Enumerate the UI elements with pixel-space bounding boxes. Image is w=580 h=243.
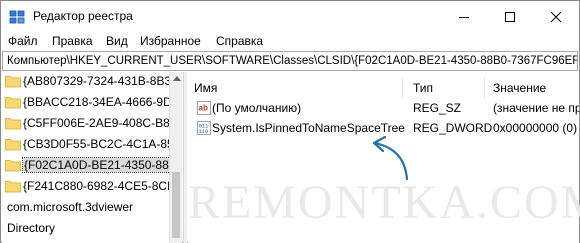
tree-item-selected[interactable]: {F02C1A0D-BE21-4350-88B	[2, 156, 179, 174]
minimize-button[interactable]	[441, 1, 487, 32]
column-headers: Имя Тип Значение	[188, 77, 579, 99]
value-data: (значение не пр	[493, 101, 579, 115]
scroll-thumb[interactable]	[172, 172, 180, 238]
value-type: REG_DWORD	[413, 121, 493, 135]
close-icon	[550, 11, 562, 22]
folder-icon	[5, 181, 21, 193]
window-title: Редактор реестра	[33, 9, 133, 23]
folder-icon	[5, 118, 21, 130]
string-value-icon: ab	[197, 101, 211, 115]
tree-item[interactable]: Directory	[2, 219, 170, 237]
folder-icon	[5, 97, 21, 109]
tree-item[interactable]: {BBACC218-34EA-4666-9D7	[2, 93, 178, 111]
pane-splitter[interactable]	[183, 72, 187, 243]
minimize-icon	[459, 16, 469, 18]
menu-help[interactable]: Справка	[216, 34, 263, 48]
column-divider[interactable]	[402, 77, 403, 99]
value-name: (По умолчанию)	[212, 101, 302, 115]
key-tree: {AB807329-7324-431B-8B36 {BBACC218-34EA-…	[2, 72, 182, 243]
column-header-name[interactable]: Имя	[194, 81, 217, 95]
registry-editor-window: Редактор реестра Файл Правка Вид Избранн…	[0, 0, 580, 243]
column-header-data[interactable]: Значение	[493, 81, 546, 95]
menu-bar: Файл Правка Вид Избранное Справка	[1, 32, 579, 51]
close-button[interactable]	[533, 1, 579, 32]
curved-arrow-icon	[372, 135, 409, 181]
regedit-app-icon	[9, 10, 25, 24]
folder-icon	[5, 76, 21, 88]
dword-value-icon: 011 110	[197, 121, 211, 135]
value-data: 0x00000000 (0)	[493, 121, 578, 135]
title-bar[interactable]: Редактор реестра	[1, 1, 579, 32]
value-type: REG_SZ	[413, 101, 462, 115]
tree-item[interactable]: {CB3D0F55-BC2C-4C1A-85	[2, 135, 174, 153]
watermark: REMONTKA.COM	[188, 176, 580, 229]
tree-item[interactable]: {AB807329-7324-431B-8B36	[2, 72, 178, 90]
tree-item-label: {AB807329-7324-431B-8B36	[23, 74, 178, 88]
address-path: Компьютер\HKEY_CURRENT_USER\SOFTWARE\Cla…	[7, 55, 578, 67]
tree-item-label: {CB3D0F55-BC2C-4C1A-85	[23, 137, 174, 151]
address-bar[interactable]: Компьютер\HKEY_CURRENT_USER\SOFTWARE\Cla…	[2, 51, 578, 71]
folder-icon	[5, 139, 21, 151]
menu-favorites[interactable]: Избранное	[140, 34, 201, 48]
menu-view[interactable]: Вид	[106, 34, 128, 48]
column-header-type[interactable]: Тип	[413, 81, 433, 95]
tree-item-label: com.microsoft.3dviewer	[7, 200, 134, 214]
maximize-icon	[505, 11, 515, 22]
scroll-up-arrow-icon[interactable]	[173, 76, 181, 81]
value-row[interactable]: ab (По умолчанию) REG_SZ (значение не пр	[188, 98, 579, 118]
tree-item[interactable]: {F241C880-6982-4CE5-8CF7	[2, 177, 181, 195]
tree-item[interactable]: com.microsoft.3dviewer	[2, 198, 170, 216]
tree-item-label: {BBACC218-34EA-4666-9D7	[23, 95, 179, 109]
tree-item-label: Directory	[7, 221, 56, 235]
folder-icon	[5, 160, 21, 172]
column-divider[interactable]	[484, 77, 485, 99]
tree-item-label: {C5FF006E-2AE9-408C-B85	[23, 116, 177, 130]
svg-text:110: 110	[199, 128, 209, 135]
menu-edit[interactable]: Правка	[52, 34, 93, 48]
tree-item-label: {F02C1A0D-BE21-4350-88B	[22, 157, 179, 173]
tree-item[interactable]: {C5FF006E-2AE9-408C-B85	[2, 114, 176, 132]
tree-scrollbar[interactable]	[169, 72, 182, 243]
menu-file[interactable]: Файл	[8, 34, 38, 48]
maximize-button[interactable]	[487, 1, 533, 32]
svg-text:ab: ab	[199, 104, 208, 113]
tree-item-label: {F241C880-6982-4CE5-8CF7	[23, 179, 182, 193]
